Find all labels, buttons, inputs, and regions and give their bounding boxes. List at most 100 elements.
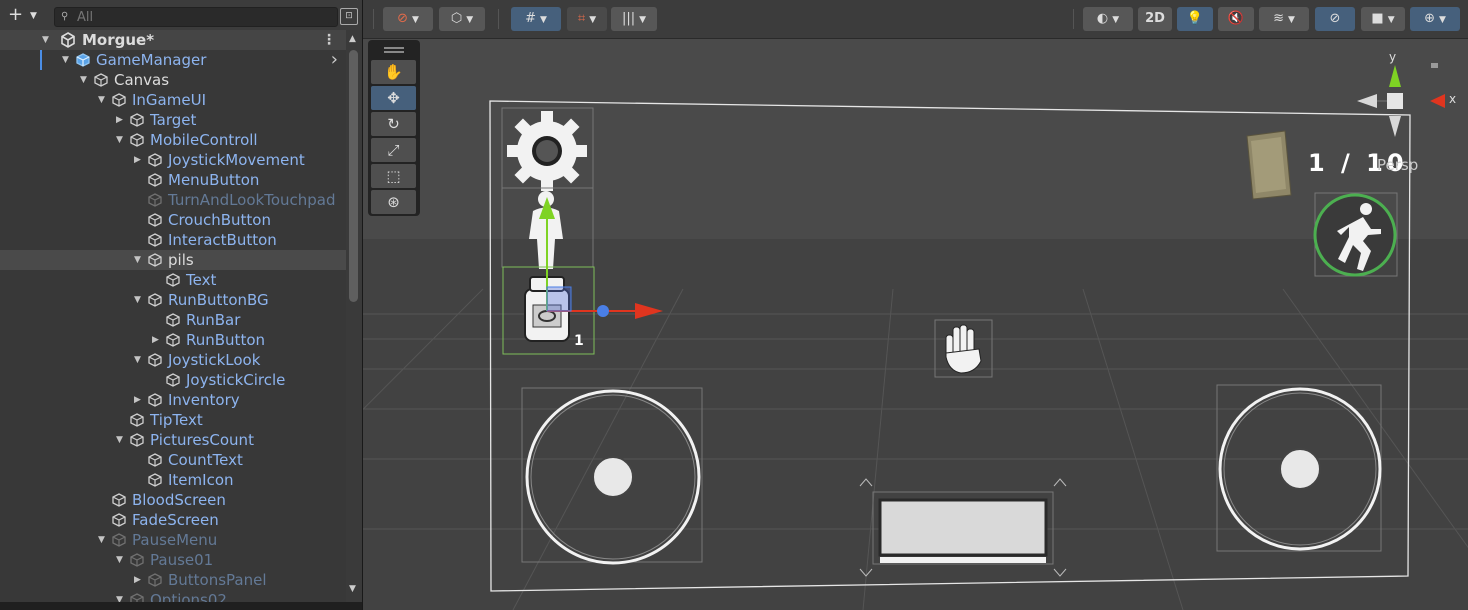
expanded-arrow-icon[interactable]: ▼ [80, 70, 92, 90]
search-options-icon[interactable]: ⊡ [340, 8, 358, 25]
hierarchy-row[interactable]: ▼ RunButtonBG [0, 290, 346, 310]
hierarchy-row[interactable]: ▶ Inventory [0, 390, 346, 410]
scale-tool-button[interactable]: ⤢ [371, 138, 416, 162]
collapsed-arrow-icon[interactable]: ▶ [134, 390, 146, 410]
hand-tool-button[interactable]: ✋ [371, 60, 416, 84]
scrollbar-thumb[interactable] [349, 50, 358, 302]
gizmos-dropdown[interactable]: ⊕ ▼ [1410, 7, 1460, 31]
gear-icon [507, 111, 587, 191]
hierarchy-row[interactable]: ▼ PauseMenu [0, 530, 346, 550]
collapsed-arrow-icon[interactable]: ▶ [152, 330, 164, 350]
expanded-arrow-icon[interactable]: ▼ [116, 130, 128, 150]
expanded-arrow-icon[interactable]: ▼ [134, 250, 146, 270]
hierarchy-row[interactable]: ItemIcon [0, 470, 346, 490]
z-axis-handle-icon[interactable] [597, 305, 609, 317]
grid-snap-dropdown[interactable]: # ▼ [511, 7, 561, 31]
expanded-arrow-icon[interactable]: ▼ [116, 430, 128, 450]
hierarchy-row[interactable]: TipText [0, 410, 346, 430]
gameobject-cube-icon [112, 493, 126, 507]
audio-toggle[interactable]: 🔇 [1218, 7, 1254, 31]
hierarchy-row[interactable]: InteractButton [0, 230, 346, 250]
joystick-circle-handle [1279, 448, 1321, 490]
hierarchy-row-label: Pause01 [150, 551, 214, 569]
hierarchy-row[interactable]: MenuButton [0, 170, 346, 190]
hidden-objects-toggle[interactable]: ⊘ [1315, 7, 1355, 31]
hierarchy-search[interactable]: ⚲ [54, 7, 338, 27]
hierarchy-row[interactable]: ▼ Pause01 [0, 550, 346, 570]
hierarchy-row[interactable]: CountText [0, 450, 346, 470]
gameobject-cube-icon [148, 153, 162, 167]
grid-visibility-dropdown[interactable]: ||| ▼ [611, 7, 657, 31]
gizmo-tool-dropdown[interactable]: ⊘ ▼ [383, 7, 433, 31]
scroll-down-icon[interactable]: ▼ [349, 584, 356, 594]
expand-arrow-icon[interactable]: ▼ [42, 30, 54, 50]
effects-dropdown[interactable]: ≋ ▼ [1259, 7, 1309, 31]
gameobject-cube-icon [130, 553, 144, 567]
chevron-down-icon: ▼ [1438, 15, 1446, 25]
hierarchy-row[interactable]: ▼ InGameUI [0, 90, 346, 110]
hierarchy-row[interactable]: ▼ Canvas [0, 70, 346, 90]
camera-settings-dropdown[interactable]: ■ ▼ [1361, 7, 1405, 31]
transform-tool-button[interactable]: ⊛ [371, 190, 416, 214]
hierarchy-row[interactable]: ▶ Target [0, 110, 346, 130]
hierarchy-row[interactable]: RunBar [0, 310, 346, 330]
collapsed-arrow-icon[interactable]: ▶ [134, 150, 146, 170]
hierarchy-row[interactable]: FadeScreen [0, 510, 346, 530]
gameobject-cube-icon [148, 573, 162, 587]
hierarchy-row-label: JoystickLook [168, 351, 261, 369]
chevron-down-icon: ▼ [589, 15, 597, 25]
hierarchy-row[interactable]: ▶ ButtonsPanel [0, 570, 346, 590]
draw-mode-dropdown[interactable]: ◐ ▼ [1083, 7, 1133, 31]
pivot-dropdown[interactable]: ⬡ ▼ [439, 7, 485, 31]
lighting-toggle[interactable]: 💡 [1177, 7, 1213, 31]
camera-icon: ■ [1371, 11, 1384, 26]
expanded-arrow-icon[interactable]: ▼ [134, 350, 146, 370]
gameobject-cube-icon [148, 193, 162, 207]
hierarchy-row[interactable]: JoystickCircle [0, 370, 346, 390]
hierarchy-scrollbar[interactable]: ▲ ▼ [346, 30, 362, 602]
projection-label[interactable]: Persp [1377, 156, 1418, 174]
hierarchy-row-label: CountText [168, 451, 243, 469]
chevron-down-icon: ▼ [466, 15, 474, 25]
rect-tool-button[interactable]: ⬚ [371, 164, 416, 188]
expanded-arrow-icon[interactable]: ▼ [98, 90, 110, 110]
view-center-cube[interactable] [1387, 93, 1403, 109]
hierarchy-row[interactable]: Text [0, 270, 346, 290]
scroll-up-icon[interactable]: ▲ [349, 34, 356, 44]
hierarchy-row[interactable]: ▶ RunButton [0, 330, 346, 350]
more-options-icon[interactable]: ⋮ [322, 30, 336, 50]
rotate-tool-button[interactable]: ↻ [371, 112, 416, 136]
hierarchy-row[interactable]: ▼ MobileControll [0, 130, 346, 150]
increment-snap-dropdown[interactable]: ⌗ ▼ [567, 7, 607, 31]
snap-increment-icon: ⌗ [577, 11, 586, 26]
hierarchy-row[interactable]: ▼ PicturesCount [0, 430, 346, 450]
grid-snap-icon: # [525, 11, 536, 26]
hierarchy-row[interactable]: BloodScreen [0, 490, 346, 510]
scene-viewport[interactable]: 1 / 10 1 y x Persp [363, 39, 1468, 610]
expanded-arrow-icon[interactable]: ▼ [134, 290, 146, 310]
move-tool-button[interactable]: ✥ [371, 86, 416, 110]
plane-handle-icon[interactable] [546, 286, 572, 312]
add-object-button[interactable]: + ▼ [6, 6, 40, 26]
open-prefab-icon[interactable]: › [331, 50, 338, 70]
scene-canvas[interactable] [363, 39, 1468, 610]
expanded-arrow-icon[interactable]: ▼ [62, 50, 74, 70]
expanded-arrow-icon[interactable]: ▼ [116, 550, 128, 570]
gizmo-globe-icon: ⊕ [1424, 11, 1435, 26]
palette-drag-handle[interactable] [384, 47, 404, 49]
chevron-down-icon: ▼ [539, 15, 547, 25]
hierarchy-row[interactable]: ▶ JoystickMovement [0, 150, 346, 170]
scene-view[interactable]: ⊘ ▼ ⬡ ▼ # ▼ ⌗ ▼ ||| ▼ ◐ ▼ 2D 💡 🔇 ≋ ▼ ⊘ ■ ▼ ⊕ ▼ [363, 0, 1468, 610]
hierarchy-row[interactable]: ▼ JoystickLook [0, 350, 346, 370]
hierarchy-row[interactable]: ▼ pils [0, 250, 346, 270]
collapsed-arrow-icon[interactable]: ▶ [116, 110, 128, 130]
hierarchy-row[interactable]: CrouchButton [0, 210, 346, 230]
collapsed-arrow-icon[interactable]: ▶ [134, 570, 146, 590]
hierarchy-row-label: RunButton [186, 331, 266, 349]
hierarchy-row[interactable]: TurnAndLookTouchpad [0, 190, 346, 210]
hierarchy-row[interactable]: ▼ GameManager › [0, 50, 346, 70]
2d-toggle-button[interactable]: 2D [1138, 7, 1172, 31]
search-input[interactable] [77, 8, 327, 26]
scene-row[interactable]: ▼ Morgue* ⋮ [0, 30, 346, 50]
expanded-arrow-icon[interactable]: ▼ [98, 530, 110, 550]
